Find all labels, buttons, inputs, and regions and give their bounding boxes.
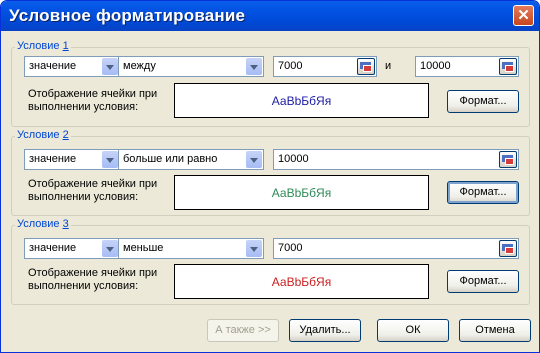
- condition-2-format-button[interactable]: Формат...: [447, 181, 519, 204]
- condition-1-preview: АаВbБбЯя: [174, 83, 429, 118]
- condition-2-type-select[interactable]: значение: [24, 149, 120, 170]
- condition-3-type-select[interactable]: значение: [24, 238, 120, 259]
- chevron-down-icon[interactable]: [102, 58, 118, 75]
- condition-1-group: Условие 1 значение между 7000 и 10000 От…: [11, 40, 530, 127]
- chevron-down-icon[interactable]: [246, 151, 262, 168]
- chevron-down-icon[interactable]: [246, 58, 262, 75]
- condition-2-operator-select[interactable]: больше или равно: [118, 149, 264, 170]
- chevron-down-icon[interactable]: [246, 240, 262, 257]
- condition-3-operator-select[interactable]: меньше: [118, 238, 264, 259]
- condition-3-preview: АаВbБбЯя: [174, 264, 429, 299]
- and-label: и: [385, 60, 392, 72]
- condition-1-value2-field[interactable]: 10000: [415, 56, 519, 77]
- condition-2-value-field[interactable]: 10000: [273, 149, 519, 170]
- conditional-formatting-dialog: Условное форматирование ✕ Условие 1 знач…: [0, 0, 540, 353]
- dialog-title: Условное форматирование: [9, 6, 246, 25]
- condition-2-preview-label: Отображение ячейки при выполнении услови…: [28, 178, 158, 203]
- condition-1-value1-field[interactable]: 7000: [273, 56, 377, 77]
- condition-3-group: Условие 3 значение меньше 7000 Отображен…: [11, 218, 530, 305]
- close-button[interactable]: ✕: [513, 5, 534, 26]
- cancel-button[interactable]: Отмена: [459, 319, 531, 342]
- delete-button[interactable]: Удалить...: [289, 319, 361, 342]
- condition-1-type-select[interactable]: значение: [24, 56, 120, 77]
- condition-3-preview-text: АаВbБбЯя: [271, 275, 332, 289]
- title-bar[interactable]: Условное форматирование ✕: [1, 1, 539, 31]
- condition-1-legend: Условие 1: [15, 40, 71, 52]
- range-picker-icon[interactable]: [499, 151, 517, 168]
- condition-3-preview-label: Отображение ячейки при выполнении услови…: [28, 267, 158, 292]
- condition-3-value-field[interactable]: 7000: [273, 238, 519, 259]
- range-picker-icon[interactable]: [499, 58, 517, 75]
- chevron-down-icon[interactable]: [102, 151, 118, 168]
- also-button[interactable]: А также >>: [207, 319, 279, 342]
- condition-1-operator-select[interactable]: между: [118, 56, 264, 77]
- range-picker-icon[interactable]: [499, 240, 517, 257]
- condition-1-preview-label: Отображение ячейки при выполнении услови…: [28, 88, 158, 113]
- condition-2-preview: АаВbБбЯя: [174, 175, 429, 210]
- ok-button[interactable]: ОК: [377, 319, 449, 342]
- condition-1-format-button[interactable]: Формат...: [447, 90, 519, 113]
- condition-2-legend: Условие 2: [15, 129, 71, 141]
- chevron-down-icon[interactable]: [102, 240, 118, 257]
- condition-2-group: Условие 2 значение больше или равно 1000…: [11, 129, 530, 216]
- condition-3-legend: Условие 3: [15, 218, 71, 230]
- condition-2-preview-text: АаВbБбЯя: [271, 186, 332, 200]
- condition-3-format-button[interactable]: Формат...: [447, 270, 519, 293]
- range-picker-icon[interactable]: [357, 58, 375, 75]
- condition-1-preview-text: АаВbБбЯя: [271, 94, 332, 108]
